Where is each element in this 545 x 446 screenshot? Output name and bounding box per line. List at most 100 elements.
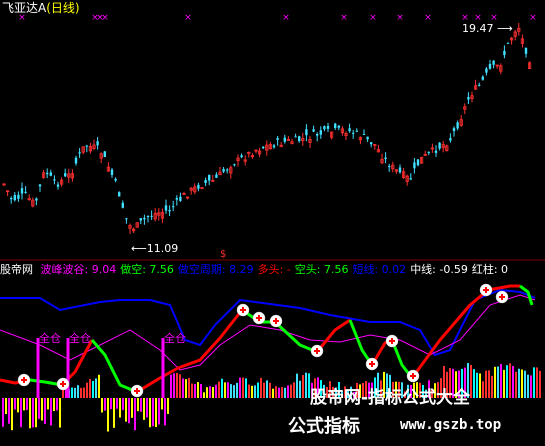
candle-body	[215, 174, 218, 178]
indicator-item: 红柱: 0	[471, 263, 509, 276]
histogram-bar	[89, 378, 91, 398]
candle-body	[240, 155, 243, 158]
candle-body	[478, 84, 481, 86]
histogram-bar	[113, 398, 115, 428]
histogram-bar	[512, 365, 514, 398]
histogram-bar	[104, 398, 106, 411]
histogram-bar	[272, 388, 274, 398]
histogram-bar	[95, 378, 97, 398]
period-label: (日线)	[46, 1, 80, 15]
histogram-bar	[137, 398, 139, 412]
candle-body	[434, 150, 438, 153]
bear-line	[348, 319, 374, 366]
low-price-label: ⟵11.09	[131, 242, 178, 255]
candle-body	[74, 157, 78, 164]
candle-body	[467, 97, 470, 100]
histogram-bar	[17, 398, 19, 413]
histogram-bar	[188, 377, 190, 398]
candle-body	[53, 179, 56, 181]
indicator-name: 股帝网	[0, 263, 33, 276]
histogram-bar	[140, 398, 142, 412]
candle-body	[175, 198, 178, 200]
histogram-bar	[92, 380, 94, 398]
histogram-bar	[281, 387, 283, 398]
histogram-bar	[275, 386, 277, 398]
price-chart[interactable]: × ××× × × × × × × × × × ×19.47 ⟶⟵11.09 $全仓 全仓 全仓	[0, 0, 545, 446]
histogram-bar	[296, 373, 298, 398]
histogram-bar	[257, 382, 259, 398]
histogram-bar	[533, 367, 535, 398]
candle-body	[64, 173, 67, 177]
histogram-bar	[122, 398, 124, 410]
histogram-bar	[509, 363, 511, 398]
histogram-bar	[254, 385, 256, 398]
candle-body	[49, 172, 52, 176]
candle-body	[114, 178, 117, 181]
histogram-bar	[14, 398, 16, 410]
histogram-bar	[164, 398, 166, 426]
indicator-item: 做空: 7.56	[120, 263, 174, 276]
candle-body	[182, 193, 186, 196]
histogram-bar	[494, 366, 496, 398]
histogram-bar	[251, 385, 253, 398]
candle-body	[204, 180, 207, 184]
histogram-bar	[116, 398, 118, 409]
candle-body	[348, 128, 351, 132]
candle-body	[35, 198, 38, 201]
indicator-items: 波峰波谷: 9.04 做空: 7.56 做空周期: 8.29 多头: - 空头: 7.5…	[41, 263, 513, 276]
signal-cross-icon: ×	[396, 13, 404, 23]
histogram-bar	[476, 372, 478, 398]
candle-body	[197, 184, 200, 189]
histogram-bar	[149, 398, 151, 428]
candle-body	[506, 42, 510, 44]
histogram-bar	[185, 379, 187, 398]
histogram-bar	[524, 370, 526, 398]
histogram-bar	[167, 398, 169, 414]
watermark-line2: 公式指标	[288, 416, 360, 437]
histogram-bar	[239, 377, 241, 398]
candle-body	[125, 218, 128, 220]
histogram-bar	[170, 374, 172, 398]
candle-body	[409, 178, 412, 180]
histogram-bar	[305, 372, 307, 398]
histogram-bar	[278, 387, 280, 398]
histogram-bar	[233, 385, 235, 398]
candle-body	[20, 188, 24, 194]
candle-body	[121, 202, 124, 208]
candle-body	[262, 146, 265, 149]
signal-cross-icon: ×	[529, 13, 537, 23]
histogram-bar	[155, 398, 157, 428]
histogram-bar	[221, 378, 223, 398]
histogram-bar	[182, 378, 184, 398]
candle-body	[384, 157, 387, 160]
histogram-bar	[80, 387, 82, 398]
stock-name: 飞亚达A	[2, 1, 47, 15]
watermark-url: www.gszb.top	[400, 417, 502, 433]
candle-body	[503, 50, 506, 56]
candle-body	[146, 216, 150, 218]
indicator-bar: 股帝网 波峰波谷: 9.04 做空: 7.56 做空周期: 8.29 多头: - 空头:…	[0, 262, 545, 277]
histogram-bar	[59, 398, 61, 428]
candle-body	[179, 196, 182, 201]
histogram-bar	[128, 398, 130, 424]
watermark-line1: 股帝网-指标公式大全	[310, 388, 471, 408]
histogram-bar	[74, 387, 76, 398]
histogram-bar	[143, 398, 145, 420]
histogram-bar	[203, 392, 205, 398]
signal-cross-icon: ×	[282, 13, 290, 23]
candle-body	[13, 195, 16, 201]
histogram-bar	[227, 382, 229, 398]
candle-body	[118, 192, 121, 197]
candle-body	[323, 126, 326, 130]
histogram-bar	[161, 398, 163, 410]
histogram-bar	[173, 373, 175, 398]
candle-body	[398, 167, 402, 173]
histogram-bar	[284, 387, 286, 398]
histogram-bar	[158, 398, 160, 425]
candle-body	[276, 138, 279, 140]
candle-body	[38, 184, 42, 187]
histogram-bar	[518, 368, 520, 398]
candle-body	[316, 134, 319, 136]
candle-body	[24, 191, 27, 193]
candle-body	[416, 159, 420, 166]
